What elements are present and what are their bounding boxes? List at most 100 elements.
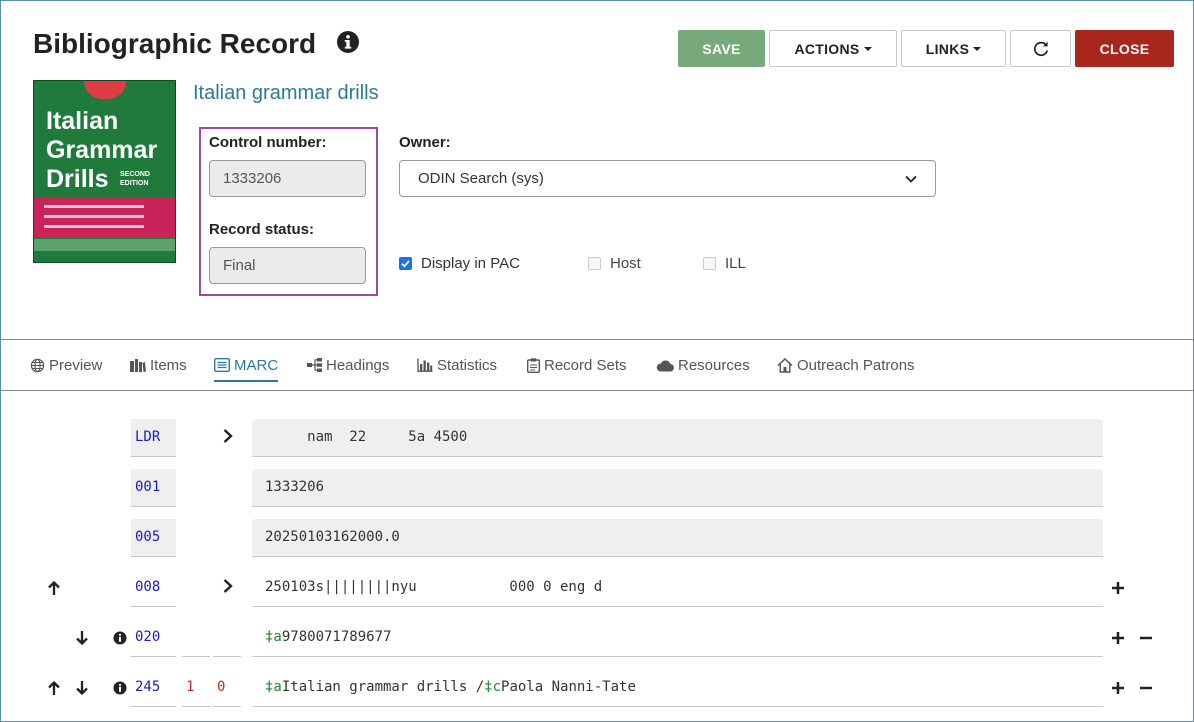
plus-icon[interactable] (1110, 679, 1126, 697)
checkbox-empty-icon (588, 257, 601, 270)
display-in-pac-checkbox[interactable]: Display in PAC (399, 255, 520, 272)
marc-row-008: 008 250103s||||||||nyu 000 0 eng d (0, 569, 1194, 607)
globe-icon (30, 358, 45, 372)
tab-label: Items (150, 356, 187, 374)
tab-statistics[interactable]: Statistics (417, 354, 497, 376)
tab-resources[interactable]: Resources (656, 354, 750, 376)
host-label: Host (610, 255, 641, 272)
subfield-text: Italian grammar drills / (281, 679, 485, 695)
chevron-down-icon (905, 175, 917, 183)
info-icon[interactable] (336, 30, 360, 54)
control-number-field: 1333206 (209, 160, 366, 197)
close-label: CLOSE (1099, 40, 1150, 57)
home-icon (777, 357, 793, 373)
marc-tag[interactable]: 008 (131, 569, 176, 607)
arrow-down-icon[interactable] (74, 679, 90, 697)
marc-tag[interactable]: 020 (131, 619, 176, 657)
list-icon (214, 358, 230, 372)
refresh-icon (1033, 41, 1048, 56)
actions-dropdown[interactable]: ACTIONS (769, 30, 897, 67)
record-status-field: Final (209, 247, 366, 284)
subfield-code: ‡a (265, 629, 282, 645)
tab-label: Outreach Patrons (797, 356, 915, 374)
subfield-code: ‡c (484, 679, 502, 695)
save-button[interactable]: SAVE (678, 30, 765, 67)
owner-select[interactable]: ODIN Search (sys) (399, 160, 936, 197)
info-icon[interactable] (112, 629, 128, 647)
subfield-code: ‡a (265, 679, 282, 695)
tab-preview[interactable]: Preview (30, 354, 102, 376)
marc-tag[interactable]: 001 (131, 469, 176, 507)
cover-edition-line: SECOND (120, 171, 150, 178)
bar-chart-icon (417, 358, 433, 372)
marc-row-001: 001 1333206 (0, 469, 1194, 507)
tab-label: Preview (49, 356, 103, 374)
save-label: SAVE (702, 40, 741, 57)
plus-icon[interactable] (1110, 579, 1126, 597)
tab-record-sets[interactable]: Record Sets (527, 354, 627, 376)
arrow-down-icon[interactable] (74, 629, 90, 647)
cover-edition: SECOND EDITION (120, 170, 150, 188)
page-title: Bibliographic Record (33, 28, 317, 59)
marc-indicator-2[interactable] (213, 619, 241, 657)
book-cover-image: Italian Grammar Drills SECOND EDITION (33, 80, 176, 263)
close-button[interactable]: CLOSE (1075, 30, 1174, 67)
tab-items[interactable]: Items (130, 354, 187, 376)
info-icon[interactable] (112, 679, 128, 697)
clipboard-icon (527, 357, 540, 373)
cover-title-line: Drills (46, 165, 109, 193)
marc-indicator-2[interactable]: 0 (213, 669, 241, 707)
host-checkbox[interactable]: Host (588, 255, 641, 272)
marc-content[interactable]: ‡aItalian grammar drills /‡cPaola Nanni-… (252, 669, 1103, 707)
links-dropdown[interactable]: LINKS (901, 30, 1006, 67)
record-status-label: Record status: (209, 221, 315, 238)
ill-label: ILL (725, 255, 746, 272)
marc-content[interactable]: nam 22 5a 4500 (252, 419, 1103, 457)
tab-label: MARC (234, 356, 279, 374)
marc-indicator-1[interactable] (182, 619, 210, 657)
chevron-right-icon[interactable] (220, 577, 236, 595)
control-number-label: Control number: (209, 134, 327, 151)
ill-checkbox[interactable]: ILL (703, 255, 746, 272)
marc-row-ldr: LDR nam 22 5a 4500 (0, 419, 1194, 457)
caret-down-icon (973, 46, 982, 51)
record-tabs: Preview Items MARC Headings Statistics R… (1, 339, 1193, 391)
arrow-up-icon[interactable] (46, 579, 62, 597)
marc-row-005: 005 20250103162000.0 (0, 519, 1194, 557)
minus-icon[interactable] (1138, 629, 1154, 647)
toolbar: SAVE ACTIONS LINKS CLOSE (678, 30, 1174, 67)
plus-icon[interactable] (1110, 629, 1126, 647)
cover-title-line: Grammar (46, 136, 158, 164)
tab-label: Statistics (437, 356, 498, 374)
tab-label: Resources (678, 356, 750, 374)
marc-indicator-1[interactable]: 1 (182, 669, 210, 707)
marc-content[interactable]: 250103s||||||||nyu 000 0 eng d (252, 569, 1103, 607)
marc-tag[interactable]: LDR (131, 419, 176, 457)
arrow-up-icon[interactable] (46, 679, 62, 697)
marc-tag[interactable]: 005 (131, 519, 176, 557)
marc-content[interactable]: 1333206 (252, 469, 1103, 507)
cover-author-band (34, 239, 175, 251)
refresh-button[interactable] (1010, 30, 1071, 67)
cover-badge (84, 81, 126, 99)
marc-row-245: 245 1 0 ‡aItalian grammar drills /‡cPaol… (0, 669, 1194, 707)
items-icon (130, 359, 146, 372)
marc-content[interactable]: ‡a9780071789677 (252, 619, 1103, 657)
sitemap-icon (307, 358, 322, 372)
owner-select-value: ODIN Search (sys) (418, 170, 544, 187)
minus-icon[interactable] (1138, 679, 1154, 697)
tab-outreach-patrons[interactable]: Outreach Patrons (777, 354, 915, 376)
tab-marc[interactable]: MARC (214, 354, 279, 382)
owner-label: Owner: (399, 134, 451, 151)
checkbox-empty-icon (703, 257, 716, 270)
marc-tag[interactable]: 245 (131, 669, 176, 707)
chevron-right-icon[interactable] (220, 427, 236, 445)
subfield-text: Paola Nanni-Tate (501, 679, 636, 695)
tab-label: Record Sets (544, 356, 627, 374)
checkbox-checked-icon (399, 257, 412, 270)
cloud-icon (656, 360, 674, 372)
cover-title-line: Italian (46, 107, 119, 135)
tab-headings[interactable]: Headings (307, 354, 389, 376)
record-title-link[interactable]: Italian grammar drills (193, 80, 379, 106)
marc-content[interactable]: 20250103162000.0 (252, 519, 1103, 557)
